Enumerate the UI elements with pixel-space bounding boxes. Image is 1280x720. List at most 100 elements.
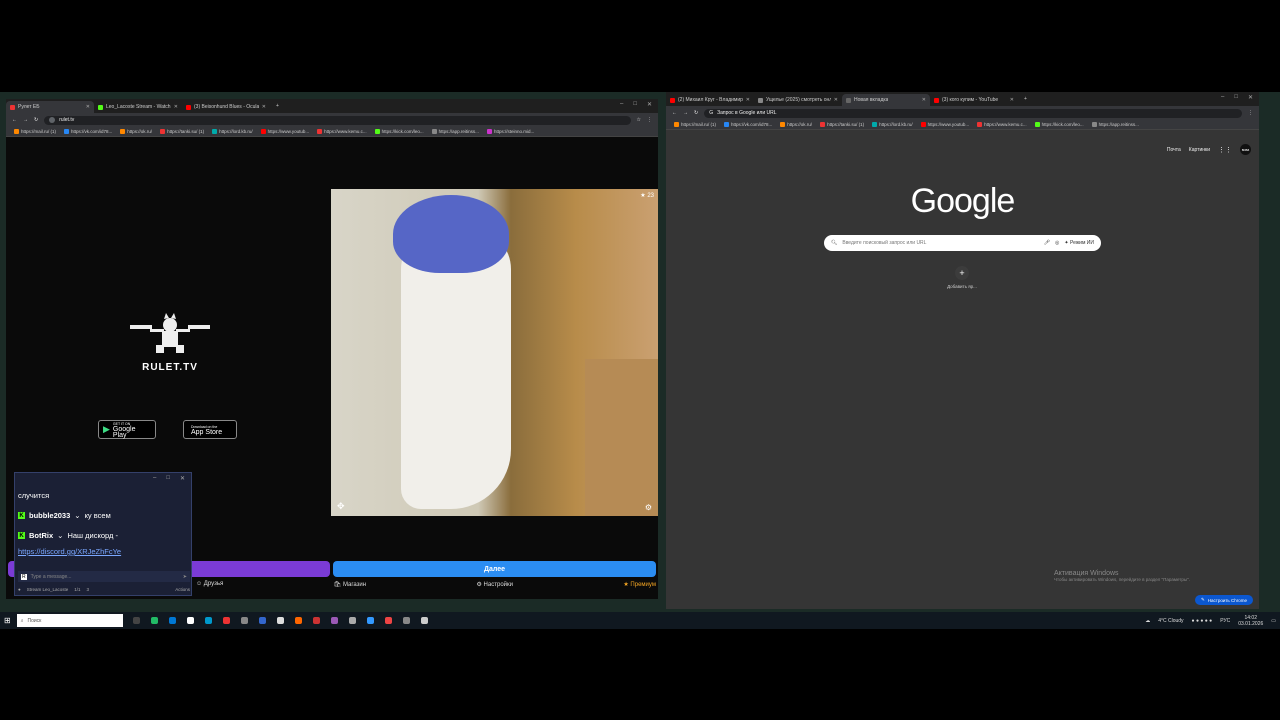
bookmark[interactable]: https://ok.ru/ xyxy=(120,129,152,134)
google-play-badge[interactable]: ▶ GET IT ON Google Play xyxy=(98,420,156,439)
reload-icon[interactable]: ↻ xyxy=(34,117,38,123)
taskbar-app-icon[interactable] xyxy=(312,617,320,624)
bookmark[interactable]: https://tanki.su/ (1) xyxy=(160,129,204,134)
close-icon[interactable]: ✕ xyxy=(180,475,185,482)
rulet-nav-item[interactable]: ⚙ Настройки xyxy=(477,581,513,595)
notifications-icon[interactable]: ▭ xyxy=(1271,618,1276,624)
menu-icon[interactable]: ⋮ xyxy=(1248,110,1253,116)
taskbar-app-icon[interactable] xyxy=(186,617,194,624)
rulet-nav-item[interactable]: 🛍︎ Магазин xyxy=(334,581,366,595)
send-icon[interactable]: ➤ xyxy=(183,574,187,580)
browser-tab[interactable]: (2) Михаил Круг - Владимирс... ✕ xyxy=(666,94,754,106)
maximize-icon[interactable]: □ xyxy=(1234,94,1238,101)
bookmark[interactable]: https://tanki.su/ (1) xyxy=(820,122,864,127)
taskbar-app-icon[interactable] xyxy=(204,617,212,624)
bookmark[interactable]: https://lord.kb.ru/ xyxy=(872,122,913,127)
maximize-icon[interactable]: □ xyxy=(633,101,637,108)
new-tab-icon[interactable]: + xyxy=(1024,96,1027,102)
images-link[interactable]: Картинки xyxy=(1189,147,1210,153)
bookmark[interactable]: https://kick.com/leo... xyxy=(374,129,424,134)
taskbar-app-icon[interactable] xyxy=(402,617,410,624)
bookmark[interactable]: https://app.reitinss... xyxy=(431,129,479,134)
bookmark[interactable]: https://mail.ru/ (1) xyxy=(674,122,716,127)
minimize-icon[interactable]: – xyxy=(620,101,623,108)
browser-tab[interactable]: (3) Beisonhund Blues - Ocular... ✕ xyxy=(182,101,270,113)
chat-input[interactable]: R Type a message... ➤ xyxy=(18,571,190,582)
bookmark[interactable]: https://www.kemu.c... xyxy=(977,122,1027,127)
bookmark[interactable]: https://lord.kb.ru/ xyxy=(212,129,253,134)
bookmark[interactable]: https://vk.com/id78... xyxy=(724,122,772,127)
mail-link[interactable]: Почта xyxy=(1167,147,1181,153)
weather-text[interactable]: 4°C Cloudy xyxy=(1158,618,1183,624)
site-info-icon[interactable] xyxy=(49,117,56,123)
lens-icon[interactable]: ◎ xyxy=(1055,240,1059,246)
browser-tab[interactable]: Ущелье (2025) смотреть онлайн...✕ xyxy=(754,94,842,106)
reload-icon[interactable]: ↻ xyxy=(694,110,698,116)
taskbar-app-icon[interactable] xyxy=(366,617,374,624)
taskbar-app-icon[interactable] xyxy=(348,617,356,624)
star-icon[interactable]: ☆ xyxy=(637,117,641,123)
taskbar-app-icon[interactable] xyxy=(384,617,392,624)
rulet-nav-item[interactable]: ★ Премиум xyxy=(623,581,656,595)
chat-link-text[interactable]: https://discord.gg/XRJeZhFcYe xyxy=(18,547,121,556)
chat-window-controls[interactable]: – □ ✕ xyxy=(153,475,185,482)
tab-close-icon[interactable]: ✕ xyxy=(746,97,750,103)
bookmark[interactable]: https://steinno.mid... xyxy=(486,129,534,134)
taskbar-app-icon[interactable] xyxy=(240,617,248,624)
settings-video-icon[interactable]: ⚙ xyxy=(645,503,652,512)
minimize-icon[interactable]: – xyxy=(1221,94,1224,101)
bookmark[interactable]: https://app.reitinss... xyxy=(1091,122,1139,127)
taskbar-app-icon[interactable] xyxy=(258,617,266,624)
tab-close-icon[interactable]: ✕ xyxy=(834,97,838,103)
browser-tab[interactable]: Leo_Lacoste Stream - Watch L ✕ xyxy=(94,101,182,113)
browser-tab[interactable]: Рулет ЕБ ✕ xyxy=(6,101,94,113)
bookmark[interactable]: https://ok.ru/ xyxy=(780,122,812,127)
new-tab-icon[interactable]: + xyxy=(276,103,279,109)
rulet-nav-item[interactable]: ☺ Друзья xyxy=(196,581,223,595)
tab-close-icon[interactable]: ✕ xyxy=(262,104,266,110)
bookmark[interactable]: https://www.youtub... xyxy=(260,129,309,134)
report-icon[interactable]: ✥ xyxy=(337,501,345,512)
back-icon[interactable]: ← xyxy=(12,117,17,123)
taskbar-app-icon[interactable] xyxy=(276,617,284,624)
taskbar-search[interactable]: ⌕ Поиск xyxy=(16,614,123,627)
menu-icon[interactable]: ⋮ xyxy=(647,117,652,123)
ai-mode-button[interactable]: ✦ Режим ИИ xyxy=(1064,240,1094,246)
chat-link[interactable]: https://discord.gg/XRJeZhFcYe xyxy=(18,547,121,556)
chat-username[interactable]: bubble2033 xyxy=(29,511,70,520)
forward-icon[interactable]: → xyxy=(23,117,28,123)
maximize-icon[interactable]: □ xyxy=(166,475,170,482)
language-indicator[interactable]: РУС xyxy=(1220,618,1230,624)
browser-tab[interactable]: (3) кого купим - YouTube ✕ xyxy=(930,94,1018,106)
apps-icon[interactable]: ⋮⋮ xyxy=(1218,146,1232,154)
customize-chrome-button[interactable]: ✎ Настроить Chrome xyxy=(1194,595,1253,605)
right-omnibox[interactable]: G Запрос в Google или URL xyxy=(704,108,1242,118)
browser-tab[interactable]: Новая вкладка ✕ xyxy=(842,94,930,106)
app-store-badge[interactable]: Download on the App Store xyxy=(183,420,237,439)
bookmark[interactable]: https://kick.com/leo... xyxy=(1034,122,1084,127)
chat-username[interactable]: BotRix xyxy=(29,531,53,540)
next-button[interactable]: Далее xyxy=(333,561,656,577)
taskbar-app-icon[interactable] xyxy=(150,617,158,624)
add-shortcut[interactable]: + Добавить яр... xyxy=(938,266,986,289)
left-window-controls[interactable]: – □ ✕ xyxy=(620,101,652,108)
bookmark[interactable]: https://vk.com/id78... xyxy=(64,129,112,134)
avatar[interactable]: вова xyxy=(1240,144,1251,155)
rulet-logo[interactable]: RULET.TV xyxy=(126,313,214,373)
taskbar-app-icon[interactable] xyxy=(294,617,302,624)
taskbar-app-icon[interactable] xyxy=(420,617,428,624)
bookmark[interactable]: https://www.youtub... xyxy=(920,122,969,127)
minimize-icon[interactable]: – xyxy=(153,475,156,482)
chat-footer-actions[interactable]: Actions xyxy=(175,587,190,592)
clock[interactable]: 14:02 03.01.2026 xyxy=(1238,615,1263,627)
weather-icon[interactable]: ☁ xyxy=(1145,618,1150,624)
back-icon[interactable]: ← xyxy=(672,110,677,116)
bookmark[interactable]: https://mail.ru/ (1) xyxy=(14,129,56,134)
tab-close-icon[interactable]: ✕ xyxy=(174,104,178,110)
taskbar-app-icon[interactable] xyxy=(330,617,338,624)
tab-close-icon[interactable]: ✕ xyxy=(922,97,926,103)
taskbar-app-icon[interactable] xyxy=(132,617,140,624)
google-search-box[interactable]: 🔍︎ Введите поисковый запрос или URL 🎤︎ ◎… xyxy=(824,235,1101,251)
forward-icon[interactable]: → xyxy=(683,110,688,116)
close-icon[interactable]: ✕ xyxy=(647,101,652,108)
